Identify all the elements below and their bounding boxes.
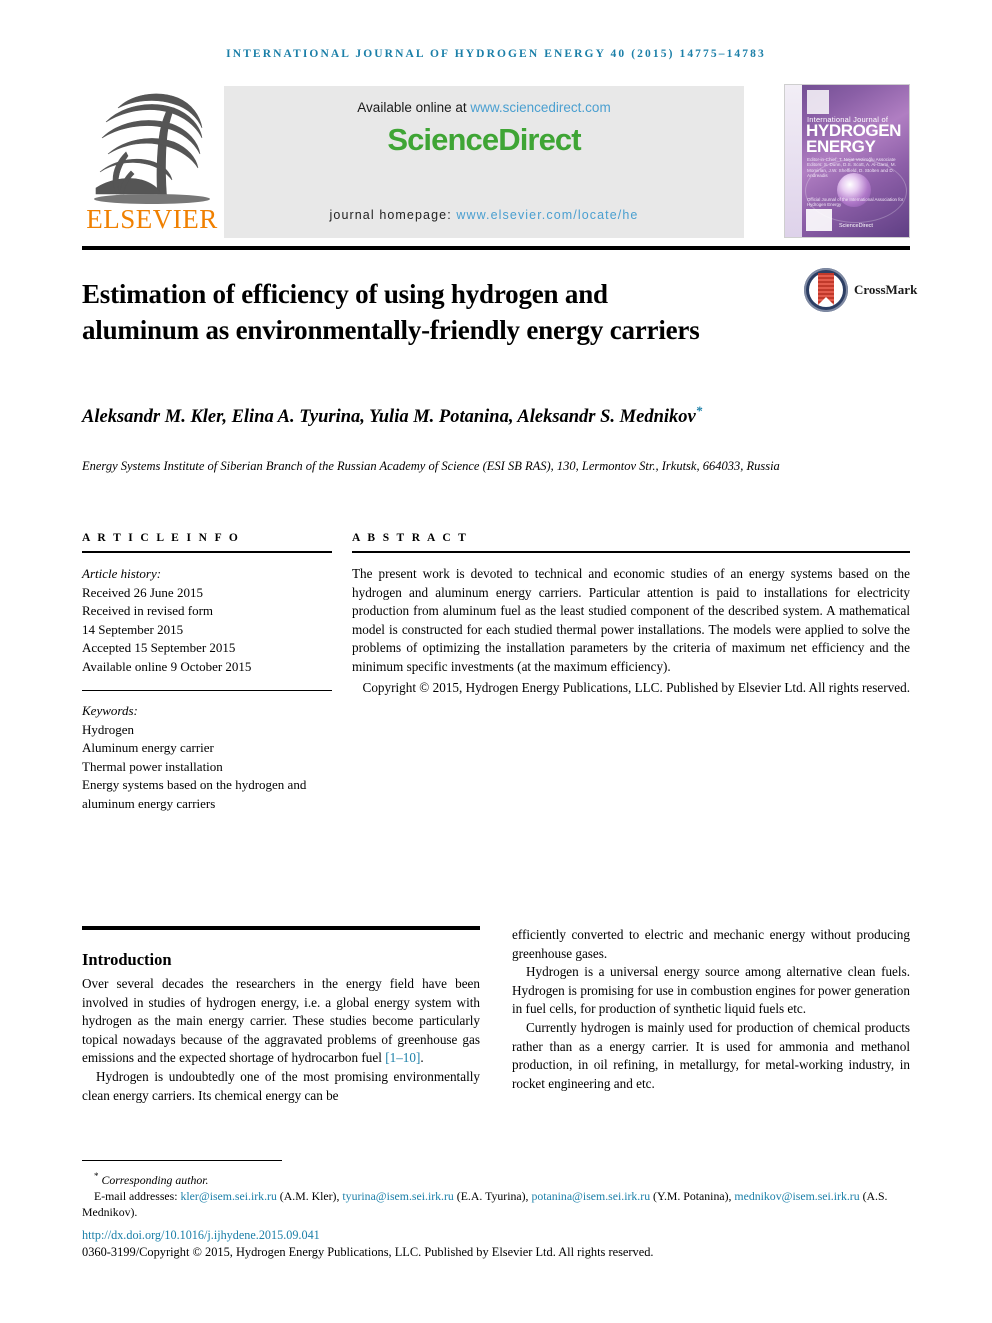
email-link[interactable]: potanina@isem.sei.irk.ru: [531, 1189, 650, 1203]
abstract-heading: A B S T R A C T: [352, 532, 469, 544]
email-addresses-line: E-mail addresses: kler@isem.sei.irk.ru (…: [82, 1188, 910, 1220]
article-info-column: A R T I C L E I N F O Article history: R…: [82, 532, 332, 813]
keyword-item: Aluminum energy carrier: [82, 740, 214, 755]
history-line: 14 September 2015: [82, 621, 184, 637]
abstract-rule: [352, 551, 910, 553]
footnote-rule: [82, 1160, 282, 1161]
affiliation: Energy Systems Institute of Siberian Bra…: [82, 459, 780, 473]
sciencedirect-link[interactable]: www.sciencedirect.com: [470, 100, 610, 115]
corresponding-author-marker: *: [695, 403, 703, 418]
sciencedirect-word-science: Science: [387, 122, 499, 157]
cover-title-line2: ENERGY: [806, 136, 876, 156]
cover-spine: [785, 85, 802, 237]
paragraph: efficiently converted to electric and me…: [512, 927, 910, 961]
elsevier-logo: ELSEVIER: [82, 84, 222, 240]
page-title: Estimation of efficiency of using hydrog…: [82, 279, 700, 346]
sciencedirect-wordmark: ScienceDirect: [224, 122, 744, 158]
journal-homepage-line: journal homepage: www.elsevier.com/locat…: [224, 208, 744, 222]
sciencedirect-banner: Available online at www.sciencedirect.co…: [224, 86, 744, 238]
email-link[interactable]: kler@isem.sei.irk.ru: [180, 1189, 276, 1203]
crossmark-badge[interactable]: CrossMark: [804, 268, 918, 312]
issn-copyright-line: 0360-3199/Copyright © 2015, Hydrogen Ene…: [82, 1245, 654, 1259]
email-link[interactable]: mednikov@isem.sei.irk.ru: [734, 1189, 859, 1203]
article-info-heading: A R T I C L E I N F O: [82, 532, 241, 544]
paragraph: Hydrogen is a universal energy source am…: [512, 964, 910, 1017]
email-owner: (A.M. Kler),: [276, 1189, 343, 1204]
sciencedirect-word-direct: Direct: [498, 122, 581, 157]
paragraph: Currently hydrogen is mainly used for pr…: [512, 1019, 910, 1091]
cover-sciencedirect-mark: ScienceDirect: [839, 223, 873, 229]
elsevier-wordmark: ELSEVIER: [86, 204, 218, 234]
journal-homepage-link[interactable]: www.elsevier.com/locate/he: [456, 208, 638, 222]
section-heading-introduction: Introduction: [82, 949, 172, 969]
history-line: Accepted 15 September 2015: [82, 640, 236, 655]
article-history: Article history: Received 26 June 2015 R…: [82, 565, 332, 676]
history-line: Available online 9 October 2015: [82, 658, 252, 674]
corresponding-author-note: * Corresponding author.: [82, 1168, 910, 1188]
author-list: Aleksandr M. Kler, Elina A. Tyurina, Yul…: [82, 398, 762, 430]
introduction-top-rule: [82, 926, 480, 930]
article-info-rule: [82, 551, 332, 553]
cover-journal-title: HYDROGEN ENERGY: [806, 122, 906, 156]
body-column-left: Over several decades the researchers in …: [82, 975, 480, 1105]
abstract-column: A B S T R A C T The present work is devo…: [352, 532, 910, 697]
footnote-star-marker: *: [94, 1171, 99, 1181]
footnote-block: * Corresponding author. E-mail addresses…: [82, 1168, 910, 1221]
cover-elsevier-mark-icon: [807, 90, 829, 114]
history-line: Received 26 June 2015: [82, 584, 203, 600]
article-history-label: Article history:: [82, 566, 162, 581]
history-line: Received in revised form: [82, 603, 214, 618]
keyword-item: Hydrogen: [82, 721, 134, 737]
paragraph-text-tail: .: [420, 1050, 424, 1066]
doi-link[interactable]: http://dx.doi.org/10.1016/j.ijhydene.201…: [82, 1228, 320, 1243]
journal-article-page: International Journal of Hydrogen Energy…: [0, 0, 992, 1323]
cover-caption: Official Journal of the International As…: [807, 197, 904, 207]
elsevier-tree-icon: [94, 93, 210, 204]
keywords-rule: [82, 690, 332, 691]
citation-link[interactable]: [1–10]: [385, 1050, 420, 1065]
author-names: Aleksandr M. Kler, Elina A. Tyurina, Yul…: [82, 407, 696, 428]
crossmark-ribbon-notch: [818, 297, 834, 305]
body-column-right: efficiently converted to electric and me…: [512, 926, 910, 1093]
masthead: ELSEVIER Available online at www.science…: [82, 84, 910, 240]
corresponding-author-text: Corresponding author.: [101, 1172, 209, 1187]
masthead-bottom-rule: [82, 246, 910, 250]
paragraph: Over several decades the researchers in …: [82, 975, 480, 1068]
email-label: E-mail addresses:: [94, 1189, 181, 1204]
abstract-body: The present work is devoted to technical…: [352, 566, 910, 674]
keyword-item: Energy systems based on the hydrogen and…: [82, 777, 307, 811]
running-head: International Journal of Hydrogen Energy…: [226, 48, 766, 60]
available-online-label: Available online at: [357, 100, 471, 115]
keywords-block: Keywords: Hydrogen Aluminum energy carri…: [82, 702, 332, 813]
journal-cover-thumbnail: International Journal of HYDROGEN ENERGY…: [784, 84, 910, 238]
email-owner: (Y.M. Potanina),: [650, 1189, 735, 1204]
email-link[interactable]: tyurina@isem.sei.irk.ru: [342, 1189, 453, 1203]
crossmark-label: CrossMark: [854, 282, 918, 297]
cover-iahe-logo-icon: [806, 209, 832, 231]
keyword-item: Thermal power installation: [82, 758, 223, 774]
crossmark-icon: [804, 268, 848, 312]
abstract-copyright: Copyright © 2015, Hydrogen Energy Public…: [362, 679, 910, 695]
available-online-line: Available online at www.sciencedirect.co…: [224, 100, 744, 115]
keywords-label: Keywords:: [82, 703, 138, 718]
paragraph: Hydrogen is undoubtedly one of the most …: [82, 1068, 480, 1103]
journal-homepage-label: journal homepage:: [329, 208, 457, 222]
email-owner: (E.A. Tyurina),: [453, 1189, 532, 1204]
